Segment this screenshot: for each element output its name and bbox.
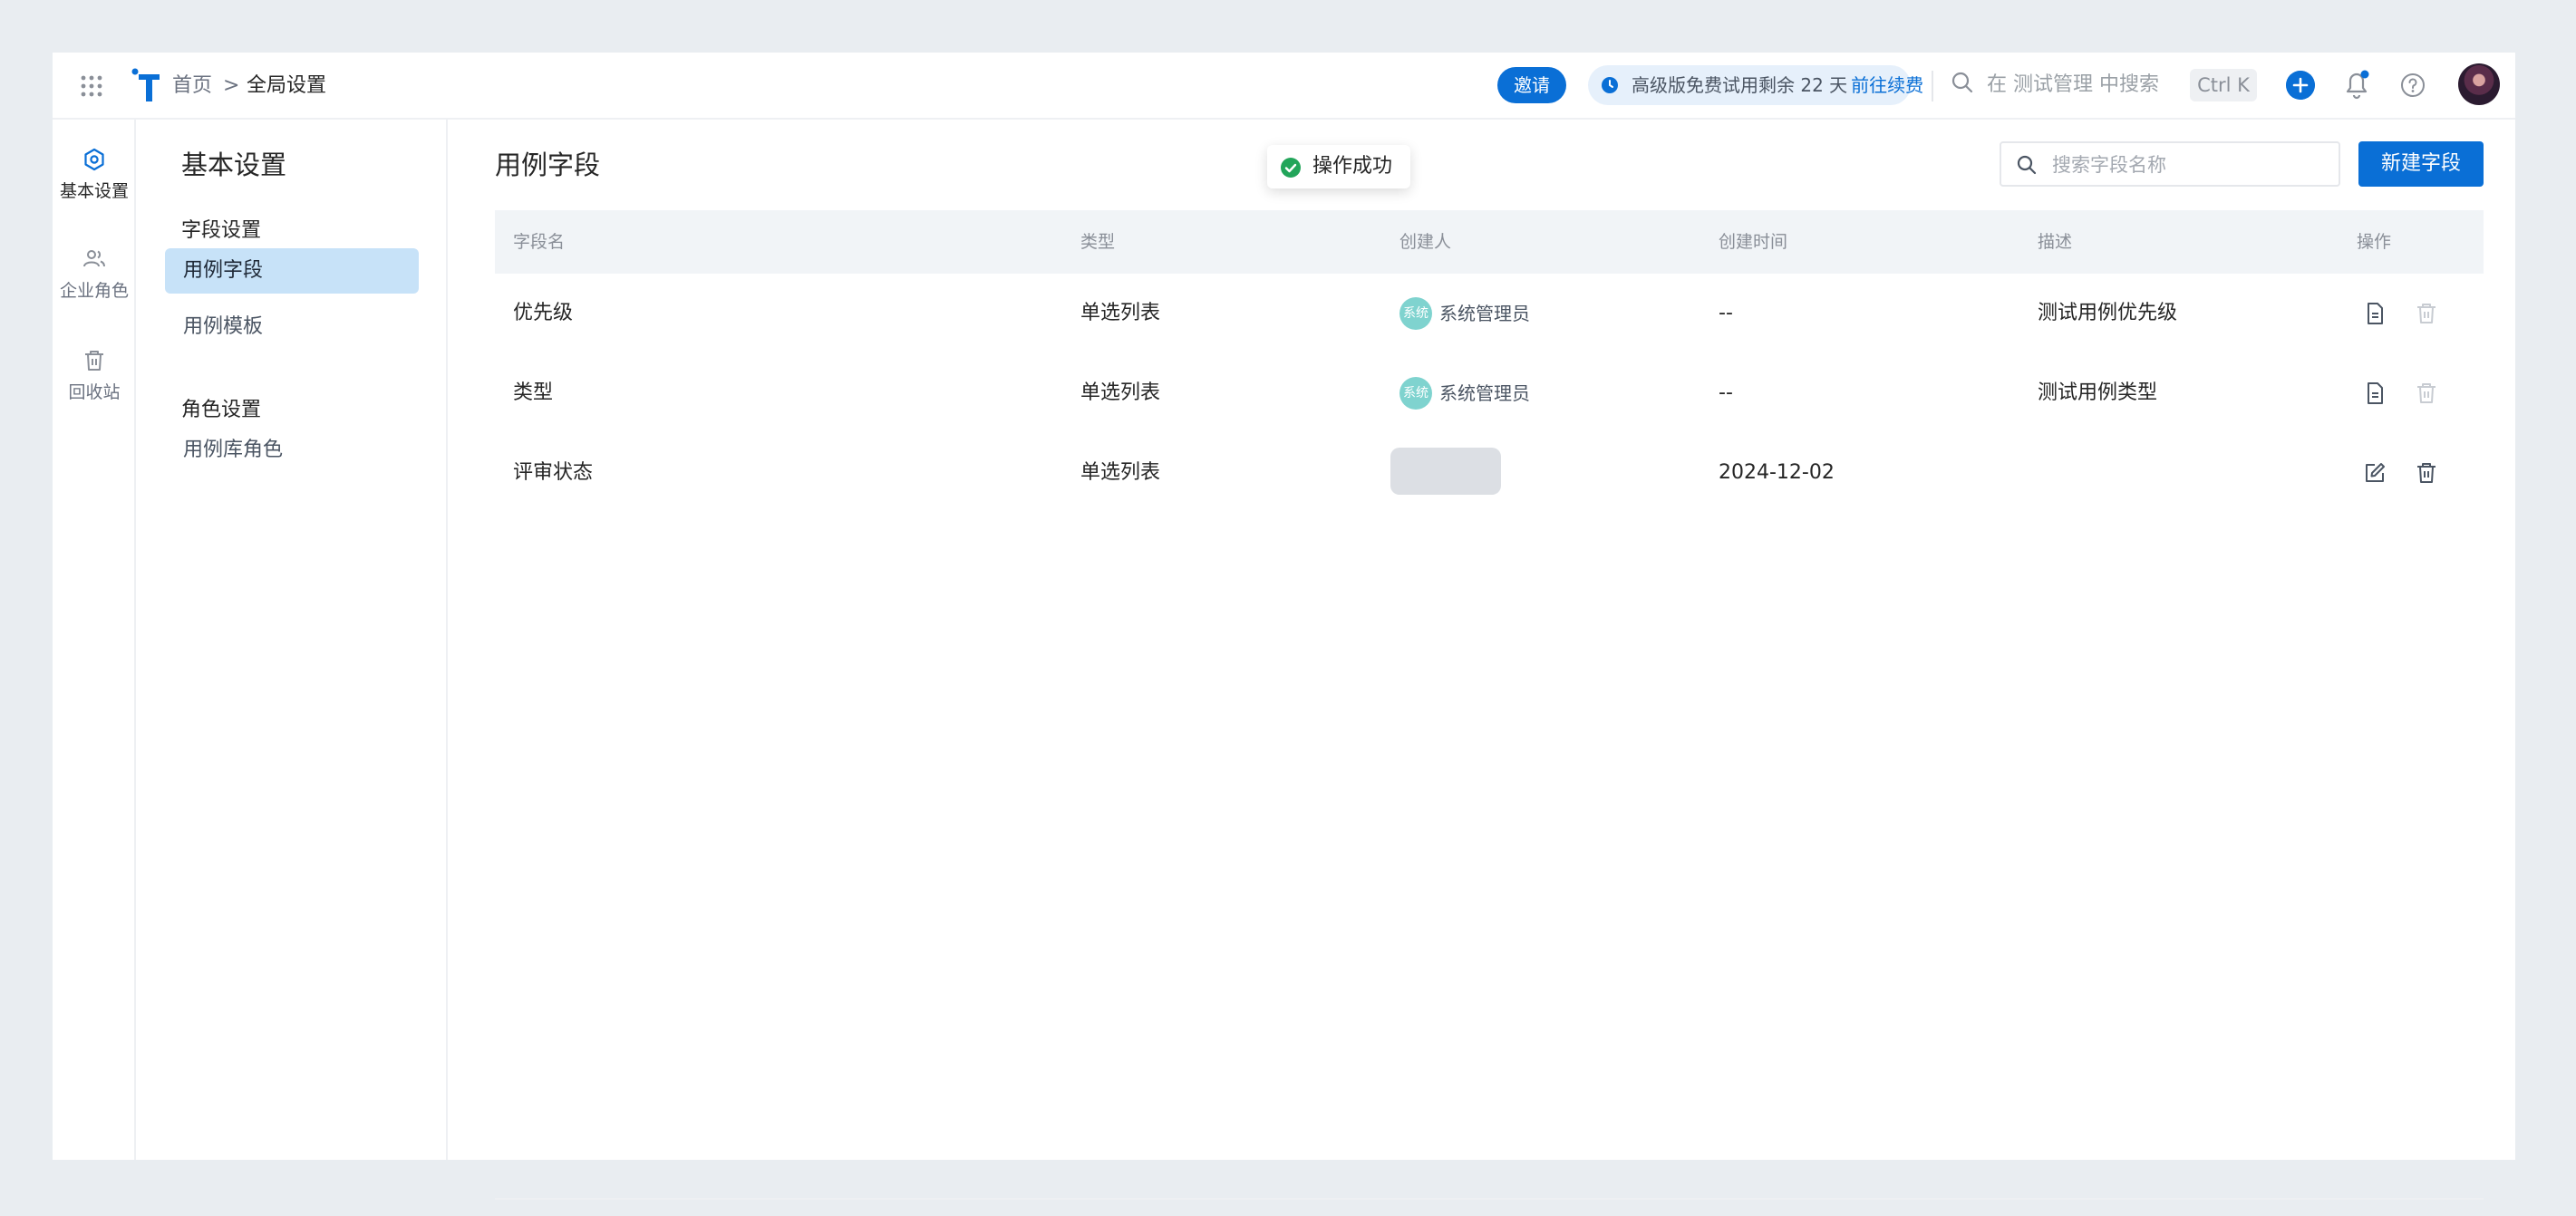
trial-text: 高级版免费试用剩余 22 天 bbox=[1632, 74, 1848, 96]
created-time: -- bbox=[1719, 302, 1733, 324]
global-search-input[interactable]: 在 测试管理 中搜索 bbox=[1987, 71, 2159, 100]
sidebar-item-library-roles[interactable]: 用例库角色 bbox=[165, 428, 419, 473]
app-logo[interactable] bbox=[131, 67, 161, 103]
success-toast: 操作成功 bbox=[1267, 145, 1410, 188]
new-field-button[interactable]: 新建字段 bbox=[2358, 141, 2484, 187]
search-icon bbox=[2017, 155, 2037, 175]
top-bar: 首页 > 全局设置 邀请 高级版免费试用剩余 22 天前往续费 在 测试管理 中… bbox=[53, 53, 2515, 120]
column-header-type: 类型 bbox=[1080, 232, 1116, 252]
field-search-input[interactable] bbox=[2052, 150, 2324, 179]
delete-icon[interactable] bbox=[2414, 301, 2439, 326]
sidebar-group-role-settings: 角色设置 bbox=[181, 399, 262, 421]
column-header-name: 字段名 bbox=[513, 232, 566, 252]
user-avatar[interactable] bbox=[2458, 63, 2500, 105]
rail-item-label: 回收站 bbox=[68, 382, 121, 402]
delete-icon[interactable] bbox=[2414, 460, 2439, 486]
search-icon[interactable] bbox=[1951, 71, 1974, 94]
created-time: 2024-12-02 bbox=[1719, 461, 1835, 484]
trash-icon bbox=[85, 351, 103, 371]
creator-avatar: 系统 bbox=[1399, 297, 1432, 330]
creator-name: 系统管理员 bbox=[1439, 382, 1530, 404]
success-check-icon bbox=[1281, 158, 1301, 178]
sidebar-item-case-fields[interactable]: 用例字段 bbox=[165, 248, 419, 294]
view-details-icon[interactable] bbox=[2362, 381, 2387, 406]
table-row[interactable]: 优先级 单选列表 系统 系统管理员 -- 测试用例优先级 bbox=[495, 274, 2484, 353]
column-header-description: 描述 bbox=[2038, 232, 2073, 252]
renew-link[interactable]: 前往续费 bbox=[1851, 74, 1923, 96]
settings-sidebar: 基本设置 字段设置 用例字段 用例模板 角色设置 用例库角色 bbox=[136, 120, 448, 1160]
table-row[interactable]: 评审状态 单选列表 2024-12-02 bbox=[495, 433, 2484, 513]
rail-item-basic-settings[interactable]: 基本设置 bbox=[53, 147, 136, 202]
field-type: 单选列表 bbox=[1080, 381, 1161, 404]
creator-loading-placeholder bbox=[1390, 448, 1501, 495]
main-content: 用例字段 新建字段 字段名 类型 创建人 创建时间 描述 操作 优先级 单选列表 bbox=[448, 120, 2515, 1200]
creator-cell: 系统 系统管理员 bbox=[1399, 274, 1530, 353]
view-details-icon[interactable] bbox=[2362, 301, 2387, 326]
rail-item-recycle-bin[interactable]: 回收站 bbox=[53, 348, 136, 403]
divider bbox=[1932, 71, 1933, 101]
created-time: -- bbox=[1719, 381, 1733, 404]
page-title: 用例字段 bbox=[495, 150, 601, 180]
field-name: 优先级 bbox=[513, 302, 574, 324]
column-header-created-time: 创建时间 bbox=[1719, 232, 1788, 252]
creator-avatar: 系统 bbox=[1399, 377, 1432, 410]
breadcrumb-current: 全局设置 bbox=[247, 74, 327, 97]
field-search-box[interactable] bbox=[2000, 141, 2340, 187]
column-header-creator: 创建人 bbox=[1399, 232, 1452, 252]
clock-icon bbox=[1602, 77, 1618, 93]
breadcrumb-home[interactable]: 首页 bbox=[172, 72, 212, 100]
creator-name: 系统管理员 bbox=[1439, 303, 1530, 324]
column-header-actions: 操作 bbox=[2357, 232, 2392, 252]
creator-cell: 系统 系统管理员 bbox=[1399, 353, 1530, 433]
trial-banner: 高级版免费试用剩余 22 天前往续费 bbox=[1588, 65, 1923, 105]
field-type: 单选列表 bbox=[1080, 302, 1161, 324]
breadcrumb-separator: > bbox=[223, 74, 240, 97]
edit-icon[interactable] bbox=[2362, 460, 2387, 486]
field-name: 评审状态 bbox=[513, 461, 594, 484]
add-icon[interactable] bbox=[2286, 71, 2315, 100]
field-description: 测试用例类型 bbox=[2038, 381, 2158, 404]
rail-item-label: 基本设置 bbox=[59, 181, 129, 201]
fields-table: 字段名 类型 创建人 创建时间 描述 操作 优先级 单选列表 系统 系统管理员 … bbox=[495, 210, 2484, 513]
rail-item-enterprise-roles[interactable]: 企业角色 bbox=[53, 246, 136, 302]
table-row[interactable]: 类型 单选列表 系统 系统管理员 -- 测试用例类型 bbox=[495, 353, 2484, 433]
table-header: 字段名 类型 创建人 创建时间 描述 操作 bbox=[495, 210, 2484, 274]
field-name: 类型 bbox=[513, 381, 554, 404]
users-icon bbox=[83, 250, 105, 267]
sidebar-title: 基本设置 bbox=[181, 150, 287, 180]
help-icon[interactable] bbox=[2398, 71, 2427, 100]
table-bottom-divider bbox=[495, 1198, 2484, 1200]
sidebar-item-case-templates[interactable]: 用例模板 bbox=[165, 304, 419, 350]
shortcut-hint: Ctrl K bbox=[2190, 69, 2257, 101]
field-type: 单选列表 bbox=[1080, 461, 1161, 484]
toast-text: 操作成功 bbox=[1312, 155, 1393, 178]
delete-icon[interactable] bbox=[2414, 381, 2439, 406]
sidebar-group-field-settings: 字段设置 bbox=[181, 219, 262, 242]
notification-bell-icon[interactable] bbox=[2340, 67, 2373, 101]
apps-grid-icon[interactable] bbox=[80, 74, 103, 98]
field-description: 测试用例优先级 bbox=[2038, 302, 2178, 324]
left-rail: 基本设置 企业角色 回收站 bbox=[53, 120, 136, 1160]
rail-item-label: 企业角色 bbox=[59, 281, 129, 301]
app-window: 首页 > 全局设置 邀请 高级版免费试用剩余 22 天前往续费 在 测试管理 中… bbox=[53, 53, 2515, 1200]
settings-icon bbox=[84, 148, 104, 171]
invite-button[interactable]: 邀请 bbox=[1497, 67, 1566, 103]
